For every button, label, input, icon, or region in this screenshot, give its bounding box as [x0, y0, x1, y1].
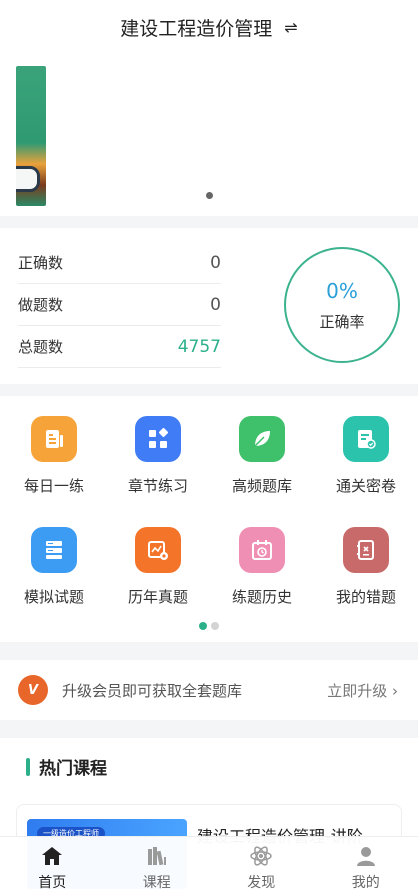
home-icon — [39, 843, 65, 869]
tab-label: 首页 — [38, 875, 67, 891]
stats-panel: 正确数 0 做题数 0 总题数 4757 0% 正确率 — [0, 228, 418, 384]
feature-high-frequency[interactable]: 高频题库 — [210, 416, 314, 496]
wrong-questions-icon — [343, 527, 389, 573]
feature-wrong-questions[interactable]: 我的错题 — [314, 527, 418, 607]
feature-pagination — [0, 622, 418, 630]
section-title: 热门课程 — [39, 759, 107, 779]
feature-label: 历年真题 — [127, 588, 188, 606]
stat-row-correct: 正确数 0 — [18, 242, 221, 284]
stat-label: 做题数 — [18, 296, 64, 314]
feature-grid: 每日一练 章节练习 高频题库 通关密卷 模拟试题 历年真题 练题历史 我的错题 — [0, 396, 418, 642]
feature-label: 模拟试题 — [23, 588, 84, 606]
tab-label: 我的 — [351, 875, 380, 891]
banner-carousel[interactable] — [0, 54, 418, 216]
feature-past-exam[interactable]: 历年真题 — [106, 527, 210, 607]
stat-label: 总题数 — [18, 338, 64, 356]
atom-icon — [248, 843, 274, 869]
feature-mock-exam[interactable]: 模拟试题 — [2, 527, 106, 607]
tab-courses[interactable]: 课程 — [105, 837, 210, 893]
calendar-history-icon — [239, 527, 285, 573]
tab-profile[interactable]: 我的 — [314, 837, 418, 893]
vip-promo-text: 升级会员即可获取全套题库 — [62, 681, 243, 700]
past-exam-icon — [135, 527, 181, 573]
feature-label: 高频题库 — [231, 477, 292, 495]
vip-badge-icon: V — [18, 675, 48, 705]
section-accent-bar — [26, 757, 30, 776]
feature-page-dot-active[interactable] — [199, 622, 207, 630]
feature-daily-practice[interactable]: 每日一练 — [2, 416, 106, 496]
stat-row-done: 做题数 0 — [18, 284, 221, 326]
stat-value: 4757 — [177, 336, 221, 357]
swap-icon[interactable]: ⇌ — [284, 18, 297, 37]
bottom-tab-bar: 首页 课程 发现 我的 — [0, 836, 418, 893]
vip-upgrade-banner[interactable]: V 升级会员即可获取全套题库 立即升级 › — [0, 660, 418, 720]
feature-chapter-practice[interactable]: 章节练习 — [106, 416, 210, 496]
upgrade-now-label: 立即升级 — [327, 681, 388, 700]
secret-paper-icon — [343, 416, 389, 462]
accuracy-value: 0% — [326, 278, 358, 303]
feature-label: 每日一练 — [23, 477, 84, 495]
upgrade-now-link[interactable]: 立即升级 › — [327, 680, 398, 701]
stat-label: 正确数 — [18, 254, 64, 272]
banner-dot-active — [205, 192, 213, 199]
stat-value: 0 — [210, 294, 221, 315]
stat-value: 0 — [210, 252, 221, 273]
chapter-practice-icon — [135, 416, 181, 462]
top-nav-bar: 建设工程造价管理 ⇌ — [0, 0, 418, 54]
books-icon — [144, 843, 170, 869]
feature-practice-history[interactable]: 练题历史 — [210, 527, 314, 607]
chevron-right-icon: › — [392, 681, 398, 700]
feature-label: 练题历史 — [231, 588, 292, 606]
accuracy-ring: 0% 正确率 — [284, 247, 400, 363]
tab-label: 发现 — [247, 875, 276, 891]
tab-discover[interactable]: 发现 — [209, 837, 314, 893]
accuracy-label: 正确率 — [319, 312, 365, 331]
section-header: 热门课程 — [26, 754, 107, 779]
banner-pagination — [0, 192, 418, 199]
tab-home[interactable]: 首页 — [0, 837, 105, 893]
feature-secret-paper[interactable]: 通关密卷 — [314, 416, 418, 496]
mock-exam-icon — [31, 527, 77, 573]
tab-label: 课程 — [142, 875, 171, 891]
stat-row-total: 总题数 4757 — [18, 326, 221, 368]
feature-label: 章节练习 — [127, 477, 188, 495]
page-title: 建设工程造价管理 — [120, 17, 273, 40]
user-icon — [353, 843, 379, 869]
banner-image[interactable] — [16, 66, 46, 206]
leaf-icon — [239, 416, 285, 462]
feature-label: 我的错题 — [335, 588, 396, 606]
feature-page-dot[interactable] — [211, 622, 219, 630]
daily-practice-icon — [31, 416, 77, 462]
feature-label: 通关密卷 — [335, 477, 396, 495]
